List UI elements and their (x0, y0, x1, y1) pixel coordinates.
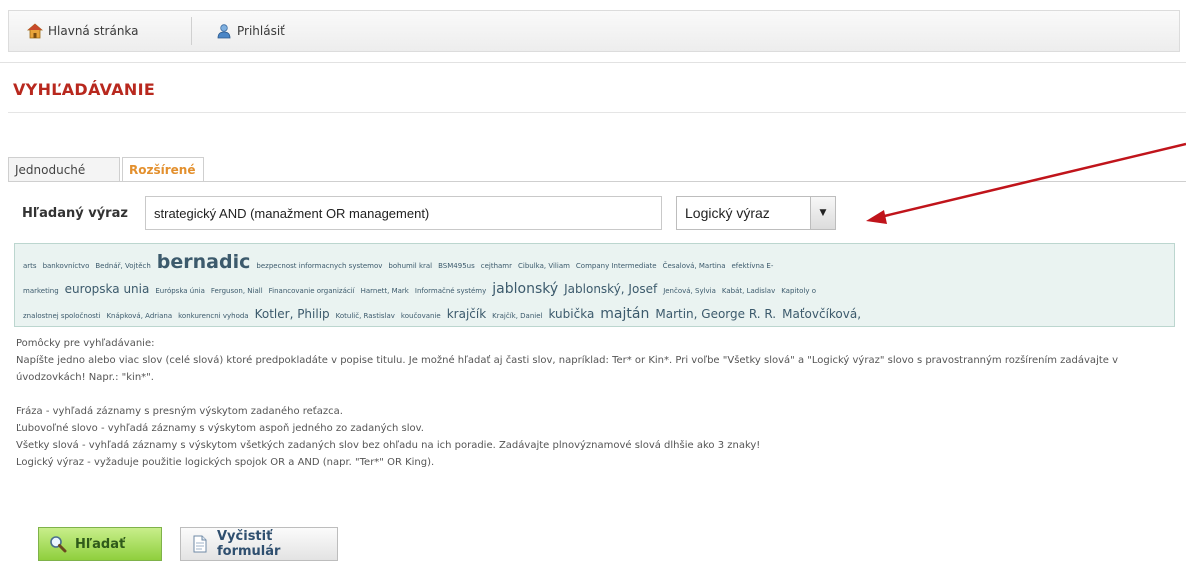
tag-link[interactable]: bankovníctvo (43, 262, 90, 270)
tag-link[interactable]: majtán (600, 306, 649, 322)
search-input[interactable] (145, 196, 662, 230)
tag-cloud-line: marketing europska unia Európska únia Fergu… (23, 275, 1166, 300)
tag-link[interactable]: marketing (23, 287, 59, 295)
tag-link[interactable]: Bednář, Vojtěch (95, 262, 150, 270)
search-help: Pomôcky pre vyhľadávanie: Napíšte jedno … (16, 335, 1166, 471)
tag-link[interactable]: Krajčík, Daniel (492, 312, 542, 320)
tag-link[interactable]: Česalová, Martina (663, 262, 726, 270)
nav-login-link[interactable]: Prihlásiť (216, 21, 285, 41)
search-button[interactable]: Hľadať (38, 527, 162, 561)
tag-link[interactable]: Kotulič, Rastislav (336, 312, 395, 320)
search-label: Hľadaný výraz (22, 206, 128, 221)
clear-button-label: Vyčistiť formulár (217, 529, 281, 559)
tag-link[interactable]: Informačné systémy (415, 287, 486, 295)
nav-login-label: Prihlásiť (237, 24, 285, 38)
tag-link[interactable]: Martin, George R. R. (655, 307, 776, 321)
tag-link[interactable]: Harnett, Mark (361, 287, 409, 295)
tag-cloud-line: arts bankovníctvo Bednář, Vojtěch bernadic b… (23, 250, 1166, 275)
tag-link[interactable]: Jenčová, Sylvia (663, 287, 716, 295)
help-vsetky: Všetky slová - vyhľadá záznamy s výskyto… (16, 440, 761, 451)
tag-link[interactable]: Company Intermediate (576, 262, 657, 270)
document-icon (191, 535, 209, 553)
tag-link[interactable]: krajčík (447, 307, 486, 321)
annotation-arrow (866, 142, 1186, 224)
tag-link[interactable]: Kotler, Philip (255, 307, 330, 321)
tag-link[interactable]: efektívna E- (732, 262, 774, 270)
nav-home-link[interactable]: Hlavná stránka (26, 21, 139, 41)
tag-cloud-line: znalostnej spoločnosti Knápková, Adriana k… (23, 300, 1166, 325)
nav-separator (191, 17, 192, 45)
tag-link[interactable]: bernadic (157, 251, 251, 273)
help-fraza: Fráza - vyhľadá záznamy s presným výskyt… (16, 406, 343, 417)
tag-link[interactable]: Ferguson, Niall (211, 287, 263, 295)
tag-link[interactable]: znalostnej spoločnosti (23, 312, 100, 320)
tab-simple[interactable]: Jednoduché (8, 157, 120, 181)
search-mode-value: Logický výraz (685, 205, 770, 221)
tag-link[interactable]: koučovanie (401, 312, 441, 320)
tag-link[interactable]: Maťovčíková, (782, 307, 861, 321)
tag-link[interactable]: cejthamr (481, 262, 512, 270)
help-paragraph: Napíšte jedno alebo viac slov (celé slov… (16, 355, 1119, 383)
tag-cloud-line: DanielaMurinpodnikove hospodarstvopodnik… (23, 325, 1166, 326)
tag-link[interactable]: konkurencni vyhoda (178, 312, 248, 320)
nav-home-label: Hlavná stránka (48, 24, 139, 38)
user-icon (216, 23, 232, 39)
help-logicky: Logický výraz - vyžaduje použitie logick… (16, 457, 435, 468)
nav-bar: Hlavná stránka Prihlásiť (8, 10, 1180, 52)
tag-link[interactable]: Knápková, Adriana (106, 312, 172, 320)
tag-cloud: arts bankovníctvo Bednář, Vojtěch bernadic b… (14, 243, 1175, 327)
tab-advanced[interactable]: Rozšírené (122, 157, 204, 181)
page-title: VYHĽADÁVANIE (13, 80, 156, 99)
tag-link[interactable]: bezpecnost informacnych systemov (256, 262, 382, 270)
search-mode-select[interactable]: Logický výraz ▼ (676, 196, 836, 230)
tag-link[interactable]: Jablonský, Josef (564, 282, 657, 296)
help-heading: Pomôcky pre vyhľadávanie: (16, 338, 155, 349)
tag-link[interactable]: jablonský (492, 281, 558, 297)
magnifier-icon (49, 535, 67, 553)
search-button-label: Hľadať (75, 536, 126, 552)
tag-link[interactable]: kubička (548, 307, 594, 321)
tag-link[interactable]: bohumil kral (388, 262, 432, 270)
tag-link[interactable]: Kabát, Ladislav (722, 287, 775, 295)
house-icon (26, 23, 44, 39)
tag-link[interactable]: Cibulka, Viliam (518, 262, 570, 270)
chevron-down-icon[interactable]: ▼ (810, 197, 835, 229)
tag-link[interactable]: Európska únia (155, 287, 205, 295)
tag-link[interactable]: BSM495us (438, 262, 475, 270)
tag-link[interactable]: europska unia (65, 282, 150, 296)
tag-link[interactable]: Kapitoly o (781, 287, 816, 295)
help-lubovolne: Ľubovoľné slovo - vyhľadá záznamy s výsk… (16, 423, 424, 434)
tag-link[interactable]: arts (23, 262, 37, 270)
top-navigation: Hlavná stránka Prihlásiť (0, 0, 1186, 63)
clear-form-button[interactable]: Vyčistiť formulár (180, 527, 338, 561)
title-divider (8, 112, 1186, 113)
tag-link[interactable]: Financovanie organizácií (269, 287, 355, 295)
